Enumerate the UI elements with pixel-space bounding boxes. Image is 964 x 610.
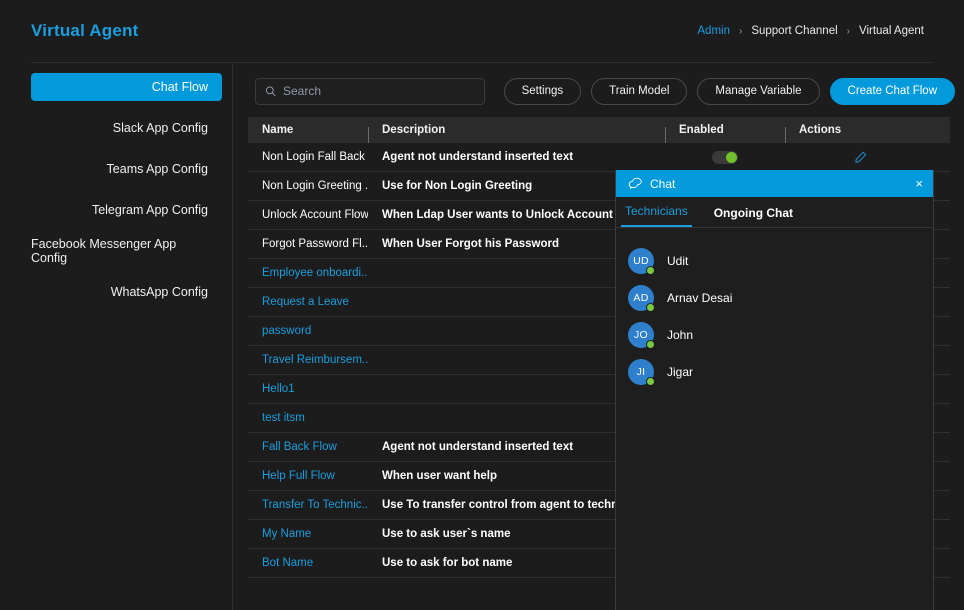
cell-enabled — [665, 150, 785, 164]
toggle-knob — [726, 151, 737, 163]
toolbar-actions: Settings Train Model Manage Variable Cre… — [503, 77, 955, 105]
create-chat-flow-button[interactable]: Create Chat Flow — [829, 77, 955, 105]
sidebar-item-whatsapp-config[interactable]: WhatsApp Config — [31, 278, 222, 306]
chevron-right-icon: › — [738, 25, 743, 37]
sidebar-item-label: Teams App Config — [106, 162, 208, 176]
avatar: JI — [628, 358, 655, 386]
breadcrumb-item-admin[interactable]: Admin — [697, 25, 730, 37]
avatar: UD — [628, 247, 655, 275]
technician-name: Jigar — [667, 364, 694, 379]
breadcrumb-item-virtual-agent: Virtual Agent — [858, 25, 924, 37]
cell-name: Non Login Fall Back ... — [262, 151, 368, 163]
cell-name: Unlock Account Flow — [262, 209, 368, 221]
enabled-toggle[interactable] — [712, 150, 738, 164]
tab-technicians[interactable]: Technicians — [621, 204, 692, 227]
cell-name[interactable]: Hello1 — [248, 383, 368, 395]
column-header-enabled: Enabled — [665, 124, 785, 143]
cell-name: Non Login Greeting ... — [262, 180, 368, 192]
cell-name: Forgot Password Fl... — [262, 238, 368, 250]
cell-name[interactable]: Help Full Flow — [248, 470, 368, 482]
column-header-description: Description — [368, 124, 665, 143]
sidebar-item-slack-app-config[interactable]: Slack App Config — [31, 114, 222, 142]
train-model-button[interactable]: Train Model — [591, 77, 688, 105]
chat-panel-tabs: Technicians Ongoing Chat — [616, 197, 933, 228]
cell-name[interactable]: Fall Back Flow — [248, 441, 368, 453]
sidebar-item-label: Facebook Messenger App Config — [31, 237, 177, 265]
top-header: Virtual Agent Admin › Support Channel › … — [0, 0, 964, 62]
cell-name[interactable]: My Name — [248, 528, 368, 540]
cell-actions — [785, 151, 935, 164]
online-status-dot — [646, 265, 655, 275]
cell-name[interactable]: password — [248, 325, 368, 337]
chevron-right-icon: › — [846, 25, 850, 37]
page-title: Virtual Agent — [31, 21, 139, 40]
sidebar-item-label: Telegram App Config — [91, 203, 208, 217]
column-header-actions: Actions — [785, 124, 935, 143]
sidebar: Chat Flow Slack App Config Teams App Con… — [0, 63, 233, 610]
sidebar-item-label: WhatsApp Config — [110, 285, 208, 299]
sidebar-item-facebook-messenger-app-config[interactable]: Facebook Messenger App Config — [31, 237, 222, 265]
sidebar-item-label: Slack App Config — [112, 121, 208, 135]
sidebar-item-label: Chat Flow — [151, 80, 208, 94]
table-row: Non Login Fall Back ... Agent not underst… — [248, 143, 950, 172]
cell-name[interactable]: Bot Name — [248, 557, 368, 569]
technician-row[interactable]: UD Udit — [616, 242, 933, 279]
cell-name[interactable]: Request a Leave — [248, 296, 368, 308]
sidebar-item-teams-app-config[interactable]: Teams App Config — [31, 155, 222, 183]
chat-panel-header: Chat × — [616, 170, 933, 197]
chat-panel-title: Chat — [650, 176, 676, 191]
avatar: JO — [628, 321, 655, 349]
online-status-dot — [646, 339, 655, 349]
cell-description: Agent not understand inserted text — [382, 151, 574, 163]
virtual-agent-page: Virtual Agent Admin › Support Channel › … — [0, 0, 964, 610]
table-header-row: Name Description Enabled Actions — [248, 117, 950, 143]
breadcrumb: Admin › Support Channel › Virtual Agent — [697, 25, 924, 37]
manage-variable-button[interactable]: Manage Variable — [697, 77, 820, 105]
technician-list: UD Udit AD Arnav Desai JO John JI Jigar — [616, 228, 933, 390]
online-status-dot — [646, 376, 655, 386]
search-box[interactable] — [255, 77, 485, 105]
cell-name[interactable]: Travel Reimbursem... — [248, 354, 368, 366]
cell-name[interactable]: test itsm — [248, 412, 368, 424]
column-header-name: Name — [262, 124, 294, 136]
technician-name: Arnav Desai — [667, 290, 733, 305]
breadcrumb-item-support-channel[interactable]: Support Channel — [751, 25, 837, 37]
cell-name[interactable]: Transfer To Technic... — [248, 499, 368, 511]
search-input[interactable] — [282, 84, 475, 98]
technician-name: John — [667, 327, 694, 342]
edit-pencil-icon[interactable] — [854, 151, 867, 164]
search-icon — [265, 86, 276, 97]
chat-panel: Chat × Technicians Ongoing Chat UD Udit AD… — [615, 170, 934, 610]
technician-name: Udit — [667, 253, 689, 268]
technician-row[interactable]: JO John — [616, 316, 933, 353]
cell-name[interactable]: Employee onboardi... — [248, 267, 368, 279]
close-icon[interactable]: × — [915, 177, 923, 190]
sidebar-item-telegram-app-config[interactable]: Telegram App Config — [31, 196, 222, 224]
toolbar: Settings Train Model Manage Variable Cre… — [255, 73, 955, 109]
sidebar-item-chat-flow[interactable]: Chat Flow — [31, 73, 222, 101]
technician-row[interactable]: JI Jigar — [616, 353, 933, 390]
online-status-dot — [646, 302, 655, 312]
settings-button[interactable]: Settings — [503, 77, 582, 105]
avatar: AD — [628, 284, 655, 312]
tab-ongoing-chat[interactable]: Ongoing Chat — [710, 206, 797, 227]
chat-bubbles-icon — [628, 177, 642, 189]
technician-row[interactable]: AD Arnav Desai — [616, 279, 933, 316]
